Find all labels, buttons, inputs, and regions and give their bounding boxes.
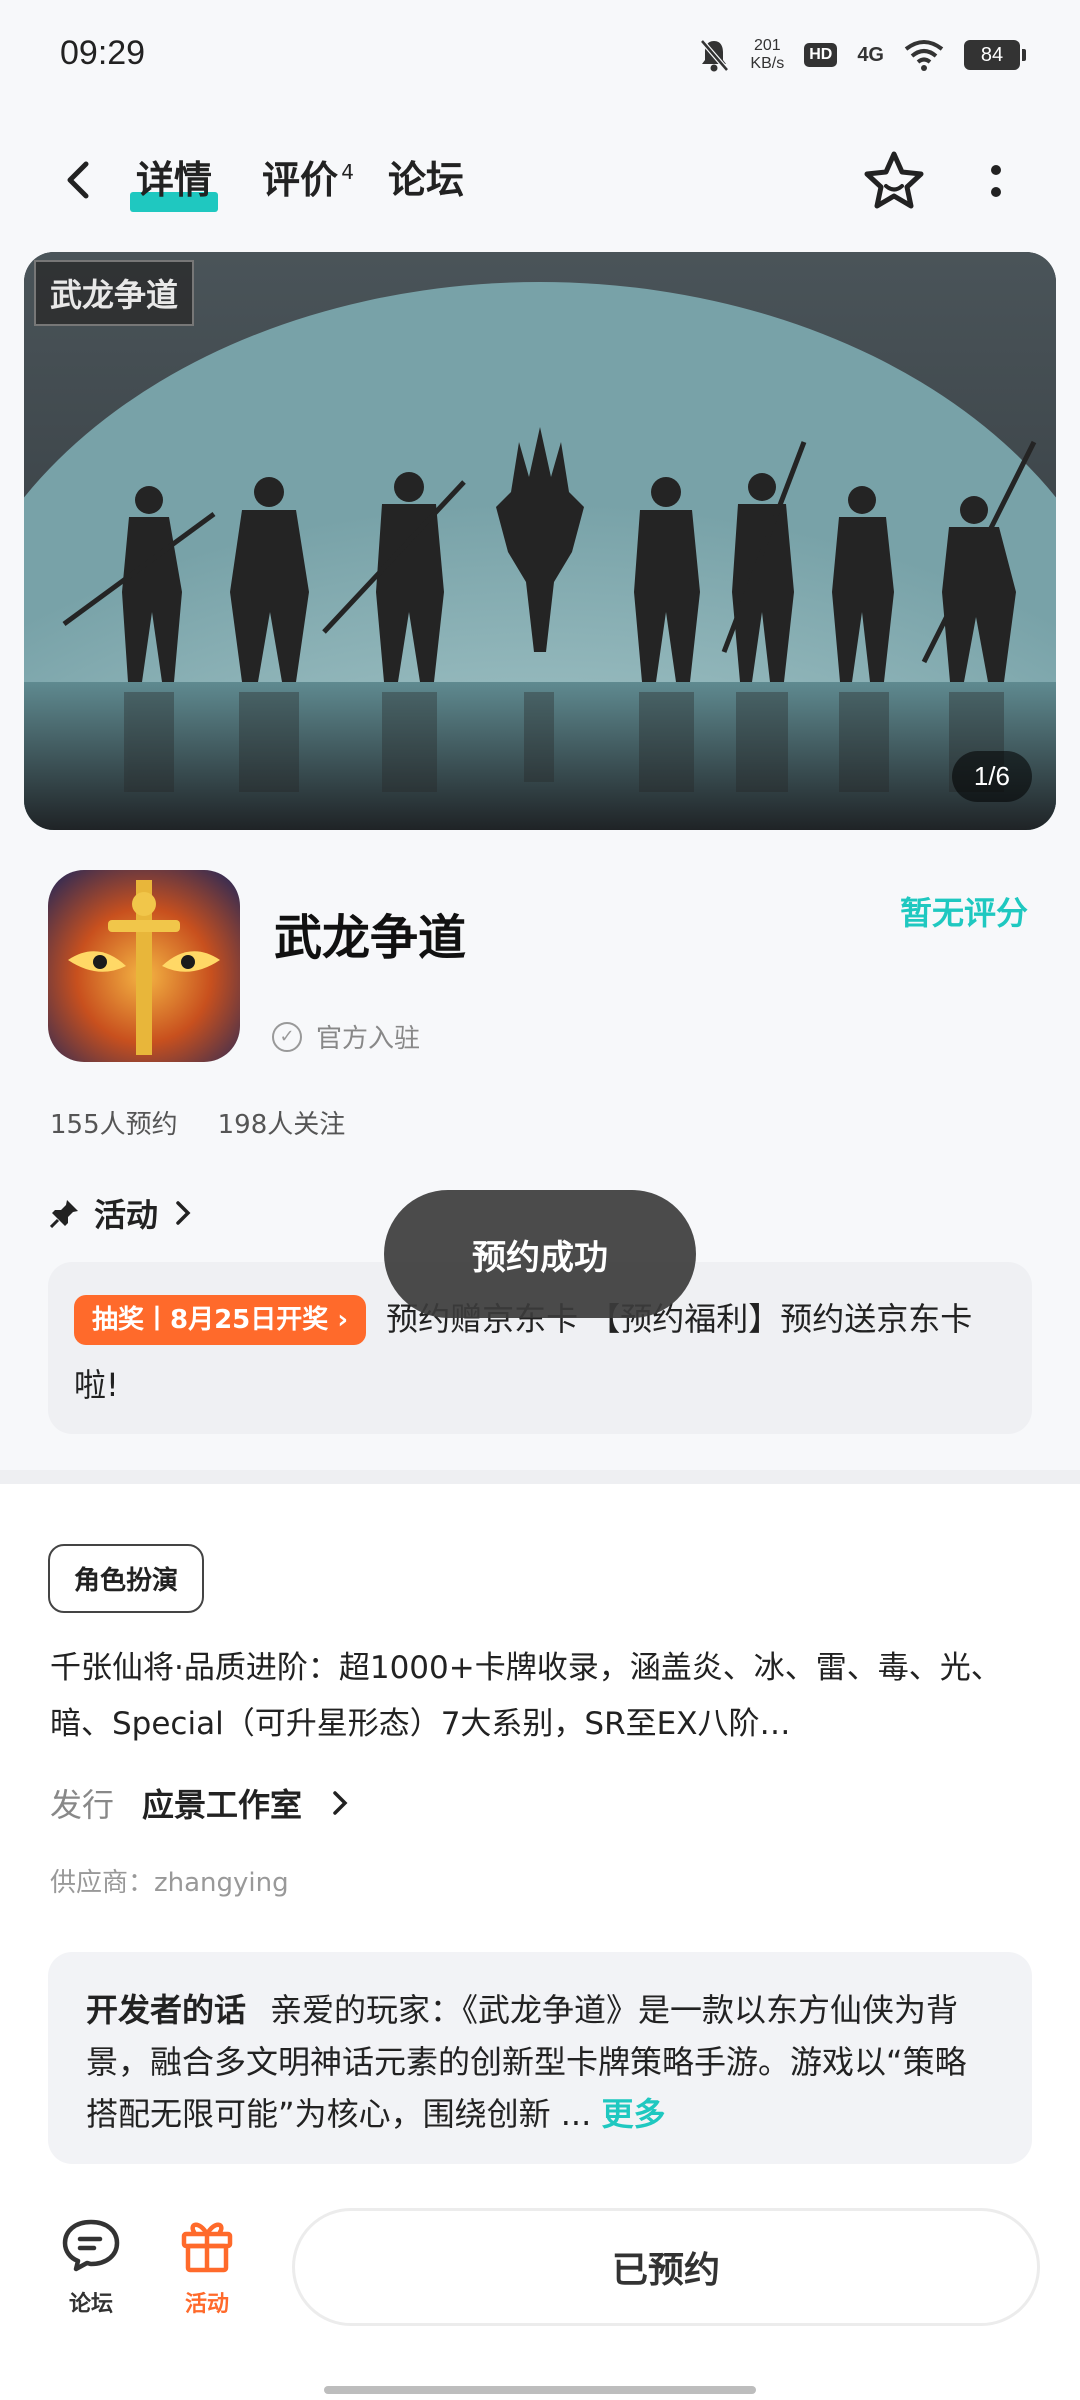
activity-nav-button[interactable]: 活动 xyxy=(162,2216,252,2318)
lottery-tag[interactable]: 抽奖丨8月25日开奖 › xyxy=(74,1295,367,1345)
tab-details[interactable]: 详情 xyxy=(129,150,219,212)
status-icons: 201 KB/s HD 4G 84 xyxy=(698,30,1026,80)
developer-note-title: 开发者的话 xyxy=(86,1991,247,2029)
battery-icon: 84 xyxy=(964,40,1026,70)
supplier-info: 供应商：zhangying xyxy=(50,1868,289,1898)
official-label: 官方入驻 xyxy=(316,1024,421,1054)
more-link[interactable]: 更多 xyxy=(601,2095,665,2133)
more-options-icon[interactable] xyxy=(976,154,1016,210)
chevron-right-icon xyxy=(333,1791,348,1815)
game-description[interactable]: 千张仙将·品质进阶：超1000+卡牌收录，涵盖炎、冰、雷、毒、光、暗、Speci… xyxy=(50,1640,1030,1752)
gift-icon xyxy=(181,2222,233,2273)
game-stats: 155人预约 198人关注 xyxy=(50,1104,345,1141)
banner-artwork xyxy=(24,252,1056,830)
tab-bar: 详情 评价 4 论坛 xyxy=(129,150,464,212)
check-circle-icon: ✓ xyxy=(272,1021,302,1052)
forum-nav-label: 论坛 xyxy=(68,2292,113,2317)
status-time: 09:29 xyxy=(60,34,146,72)
publisher-label: 发行 xyxy=(50,1786,115,1824)
activity-title: 活动 xyxy=(94,1196,159,1234)
publisher-row[interactable]: 发行 应景工作室 xyxy=(50,1780,350,1826)
tab-forum-label: 论坛 xyxy=(388,158,465,202)
banner-logo: 武龙争道 xyxy=(34,260,195,326)
reservation-success-toast: 预约成功 xyxy=(384,1190,696,1318)
follower-count: 198人关注 xyxy=(217,1110,346,1140)
banner-page-counter: 1/6 xyxy=(951,751,1032,802)
activity-section-header[interactable]: 活动 xyxy=(50,1190,194,1236)
game-icon xyxy=(48,870,240,1062)
game-title: 武龙争道 xyxy=(274,910,467,966)
wifi-icon xyxy=(904,40,944,71)
speed-value: 201 xyxy=(753,37,781,54)
reserved-button[interactable]: 已预约 xyxy=(292,2208,1040,2326)
rating-status: 暂无评分 xyxy=(899,894,1028,932)
forum-chat-icon xyxy=(62,2219,120,2272)
banner-carousel[interactable]: 武龙争道 1/6 xyxy=(24,252,1056,830)
reservation-count: 155人预约 xyxy=(50,1110,178,1140)
top-nav: 详情 评价 4 论坛 xyxy=(0,130,1080,230)
favorite-star-icon[interactable] xyxy=(858,146,930,218)
lottery-tag-label: 抽奖丨8月25日开奖 xyxy=(92,1305,329,1335)
hd-icon: HD xyxy=(804,43,838,67)
tab-details-label: 详情 xyxy=(136,158,213,202)
network-type: 4G xyxy=(857,43,884,66)
tab-reviews-label: 评价 xyxy=(262,158,339,202)
speed-unit: KB/s xyxy=(750,55,785,72)
section-divider xyxy=(0,1470,1080,1484)
review-count-badge: 4 xyxy=(341,160,355,184)
home-indicator[interactable] xyxy=(324,2386,756,2394)
developer-note-card[interactable]: 开发者的话 亲爱的玩家：《武龙争道》是一款以东方仙侠为背景，融合多文明神话元素的创… xyxy=(48,1952,1032,2164)
tab-forum[interactable]: 论坛 xyxy=(388,150,464,210)
publisher-name: 应景工作室 xyxy=(142,1786,303,1824)
tab-reviews[interactable]: 评价 4 xyxy=(262,150,354,210)
network-speed: 201 KB/s xyxy=(750,37,784,73)
back-arrow-icon[interactable] xyxy=(52,152,108,208)
mute-bell-icon xyxy=(700,39,730,72)
status-bar: 09:29 201 KB/s HD 4G 84 xyxy=(0,0,1080,110)
official-badge: ✓ 官方入驻 xyxy=(272,1018,420,1055)
genre-tag[interactable]: 角色扮演 xyxy=(48,1544,205,1613)
chevron-right-icon xyxy=(176,1201,191,1225)
pin-icon xyxy=(50,1200,78,1228)
forum-nav-button[interactable]: 论坛 xyxy=(46,2216,136,2318)
activity-nav-label: 活动 xyxy=(184,2292,229,2317)
bottom-action-bar: 论坛 活动 已预约 xyxy=(0,2190,1080,2400)
